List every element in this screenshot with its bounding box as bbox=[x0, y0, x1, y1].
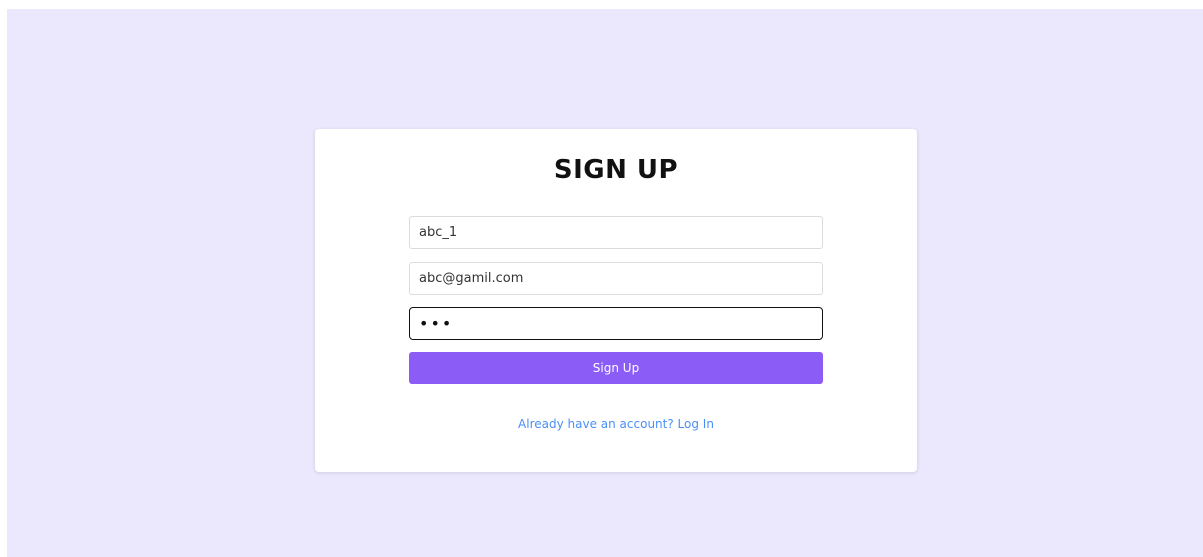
signup-button[interactable]: Sign Up bbox=[409, 352, 823, 384]
username-input[interactable] bbox=[409, 216, 823, 249]
page-title: SIGN UP bbox=[553, 155, 679, 185]
login-link[interactable]: Already have an account? Log In bbox=[315, 417, 917, 431]
password-input[interactable] bbox=[409, 307, 823, 340]
page-background: SIGN UP Sign Up Already have an account?… bbox=[7, 9, 1203, 557]
signup-card: SIGN UP Sign Up Already have an account?… bbox=[315, 129, 917, 472]
email-input[interactable] bbox=[409, 262, 823, 295]
